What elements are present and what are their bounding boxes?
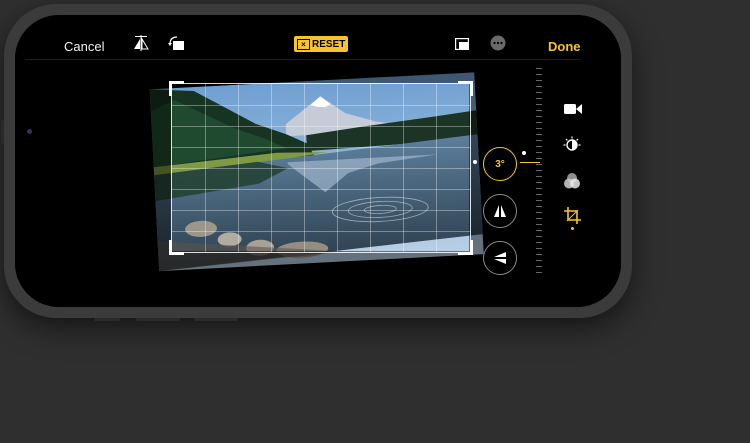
crop-mask bbox=[138, 251, 484, 273]
filters-icon[interactable] bbox=[563, 172, 581, 190]
dial-tick bbox=[536, 254, 542, 255]
crop-corner-handle[interactable] bbox=[458, 81, 473, 96]
dial-tick bbox=[536, 74, 542, 75]
reset-icon: × bbox=[297, 38, 310, 50]
dial-tick bbox=[536, 242, 542, 243]
horizontal-perspective-button[interactable] bbox=[483, 241, 517, 275]
dial-tick bbox=[536, 200, 542, 201]
horizontal-perspective-icon bbox=[494, 252, 506, 264]
dial-tick bbox=[536, 140, 542, 141]
crop-grid-line bbox=[172, 105, 470, 106]
angle-dial[interactable] bbox=[534, 68, 544, 276]
dial-tick bbox=[536, 158, 542, 159]
front-camera-icon bbox=[27, 129, 32, 134]
dial-tick bbox=[536, 92, 542, 93]
crop-frame[interactable] bbox=[169, 81, 473, 255]
toolbar-divider bbox=[25, 59, 581, 60]
crop-grid-line bbox=[172, 189, 470, 190]
dial-tick bbox=[536, 68, 542, 69]
crop-icon[interactable] bbox=[564, 207, 581, 224]
done-button[interactable]: Done bbox=[548, 39, 581, 54]
dial-tick bbox=[536, 206, 542, 207]
dial-tick bbox=[536, 182, 542, 183]
dial-tick bbox=[536, 164, 542, 165]
crop-grid-line bbox=[172, 231, 470, 232]
dial-tick bbox=[536, 248, 542, 249]
crop-corner-handle[interactable] bbox=[169, 240, 184, 255]
side-button bbox=[194, 318, 238, 321]
side-button bbox=[94, 318, 120, 321]
side-button bbox=[166, 1, 216, 4]
dial-tick bbox=[536, 98, 542, 99]
rotate-icon[interactable] bbox=[168, 36, 185, 51]
dial-tick bbox=[536, 104, 542, 105]
cancel-button[interactable]: Cancel bbox=[64, 39, 104, 54]
dial-tick bbox=[536, 194, 542, 195]
crop-corner-handle[interactable] bbox=[458, 240, 473, 255]
dial-tick bbox=[536, 80, 542, 81]
handle-dot bbox=[522, 151, 526, 155]
dial-tick bbox=[536, 212, 542, 213]
dial-tick bbox=[536, 122, 542, 123]
dial-tick bbox=[536, 146, 542, 147]
more-icon[interactable] bbox=[490, 35, 506, 51]
aspect-ratio-icon[interactable] bbox=[455, 38, 469, 50]
dial-tick bbox=[536, 110, 542, 111]
dial-tick bbox=[536, 260, 542, 261]
crop-grid-line bbox=[172, 168, 470, 169]
dial-tick bbox=[536, 170, 542, 171]
crop-mask bbox=[469, 83, 484, 251]
crop-grid-line bbox=[172, 126, 470, 127]
dial-tick bbox=[536, 236, 542, 237]
side-button bbox=[136, 318, 180, 321]
volume-button bbox=[1, 120, 4, 144]
crop-corner-handle[interactable] bbox=[169, 81, 184, 96]
reset-label: RESET bbox=[312, 38, 346, 50]
dial-tick bbox=[536, 218, 542, 219]
video-icon[interactable] bbox=[564, 102, 582, 116]
active-tool-indicator bbox=[571, 227, 574, 230]
flip-horizontal-icon[interactable] bbox=[132, 35, 150, 51]
crop-mask bbox=[138, 63, 484, 83]
adjust-icon[interactable] bbox=[563, 136, 581, 154]
dial-tick bbox=[536, 224, 542, 225]
straighten-value: 3° bbox=[495, 158, 505, 170]
dial-tick bbox=[536, 134, 542, 135]
crop-grid-line bbox=[172, 147, 470, 148]
dial-tick bbox=[536, 116, 542, 117]
dial-tick bbox=[536, 266, 542, 267]
dial-tick bbox=[536, 272, 542, 273]
dial-tick bbox=[536, 128, 542, 129]
dial-tick bbox=[536, 152, 542, 153]
straighten-button[interactable]: 3° bbox=[483, 147, 517, 181]
reset-button[interactable]: × RESET bbox=[294, 36, 349, 52]
dial-tick bbox=[536, 188, 542, 189]
dial-tick bbox=[536, 86, 542, 87]
vertical-perspective-button[interactable] bbox=[483, 194, 517, 228]
crop-mask bbox=[138, 83, 171, 251]
handle-dot bbox=[473, 160, 477, 164]
crop-grid-line bbox=[172, 210, 470, 211]
dial-tick bbox=[536, 230, 542, 231]
vertical-perspective-icon bbox=[494, 204, 506, 218]
dial-tick bbox=[536, 176, 542, 177]
